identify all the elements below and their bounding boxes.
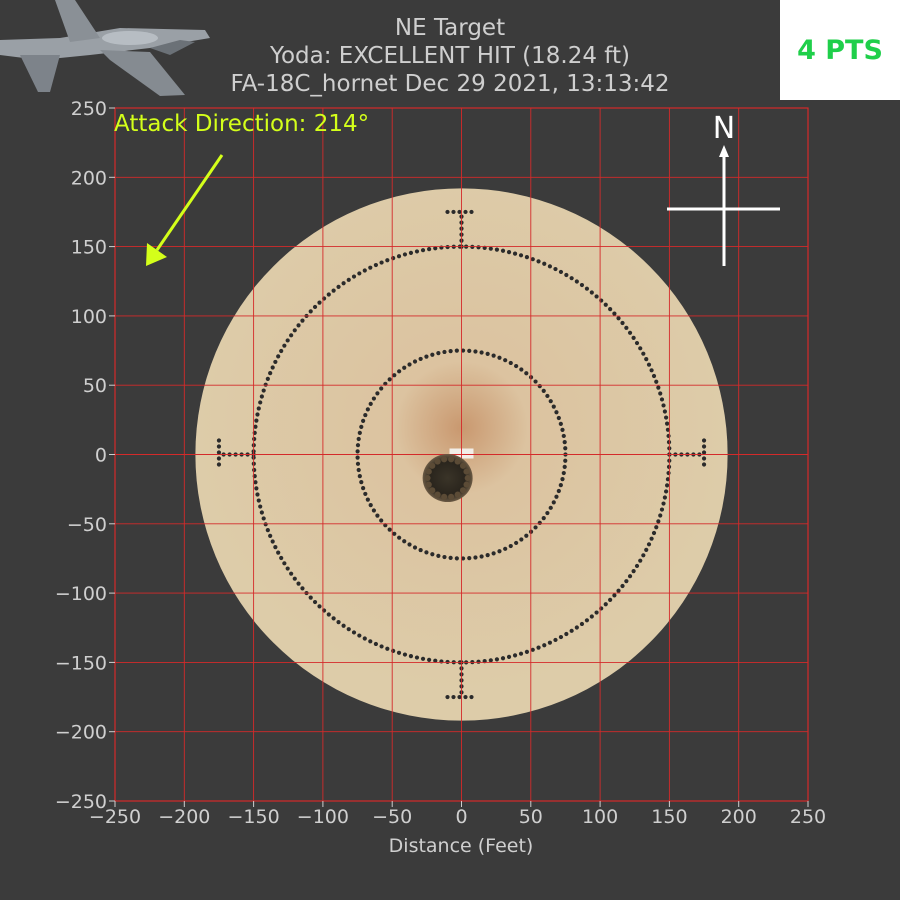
score-box: 4 PTS	[780, 0, 900, 100]
hit-result-subtitle: Yoda: EXCELLENT HIT (18.24 ft)	[269, 43, 630, 69]
attack-direction-label: Attack Direction: 214°	[114, 111, 369, 137]
x-tick-label: −150	[228, 806, 280, 828]
impact-layer	[422, 454, 473, 503]
y-tick-label: −100	[55, 583, 107, 605]
y-tick-label: −250	[55, 791, 107, 813]
y-tick-label: 50	[83, 375, 107, 397]
x-tick-label: 200	[721, 806, 757, 828]
y-tick-label: 150	[71, 237, 107, 259]
y-tick-label: 100	[71, 306, 107, 328]
grid-layer	[114, 107, 809, 802]
y-tick-label: 250	[71, 98, 107, 120]
compass-north-label: N	[713, 111, 735, 146]
x-tick-label: 150	[651, 806, 687, 828]
x-tick-label: 50	[519, 806, 543, 828]
score-points-label: 4 PTS	[797, 34, 883, 66]
x-tick-label: 0	[455, 806, 467, 828]
y-tick-label: −50	[67, 514, 107, 536]
target-name-title: NE Target	[394, 15, 506, 41]
compass-rose-icon	[667, 145, 780, 266]
x-tick-label: −50	[372, 806, 412, 828]
aircraft-timestamp-subtitle: FA-18C_hornet Dec 29 2021, 13:13:42	[230, 71, 670, 97]
y-tick-label: 200	[71, 167, 107, 189]
y-tick-label: 0	[95, 445, 107, 467]
title-block: NE Target Yoda: EXCELLENT HIT (18.24 ft)…	[0, 14, 900, 98]
x-tick-label: −100	[297, 806, 349, 828]
x-axis-label: Distance (Feet)	[389, 835, 534, 857]
x-tick-label: 100	[582, 806, 618, 828]
bombing-target-plot: −250 −200 −150 −100 −50 0 50 100 150 200 250−250−2…	[0, 0, 826, 857]
x-tick-label: 250	[790, 806, 826, 828]
y-tick-label: −150	[55, 652, 107, 674]
y-tick-label: −200	[55, 722, 107, 744]
x-tick-label: −200	[158, 806, 210, 828]
